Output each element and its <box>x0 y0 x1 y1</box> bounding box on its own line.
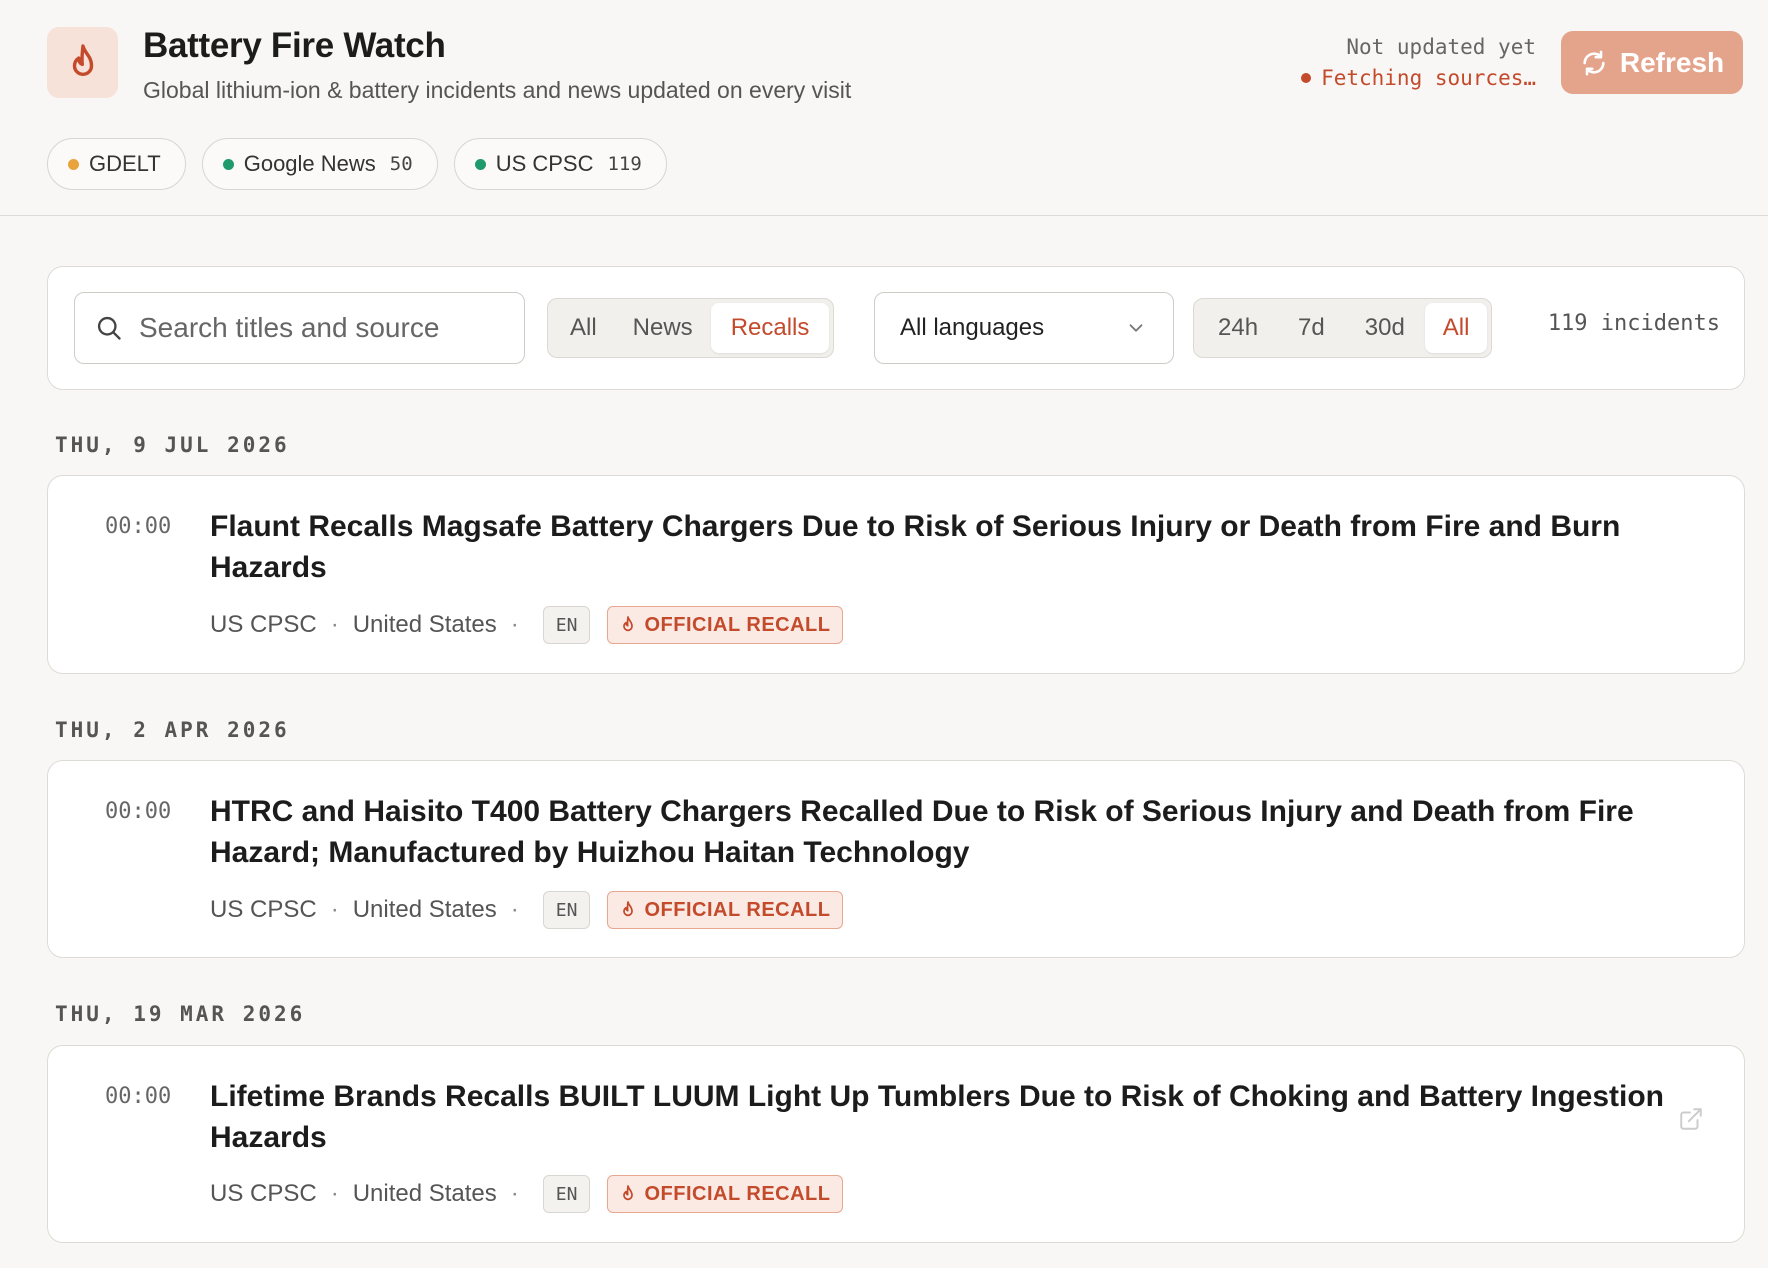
refresh-button[interactable]: Refresh <box>1561 31 1743 94</box>
range-option-all[interactable]: All <box>1424 303 1488 353</box>
recall-badge-label: OFFICIAL RECALL <box>644 898 831 921</box>
incident-meta: US CPSC · United States · EN OFFICIAL RE… <box>210 1175 844 1213</box>
incident-time: 00:00 <box>105 1084 172 1109</box>
incident-card[interactable]: 00:00 HTRC and Haisito T400 Battery Char… <box>47 760 1745 958</box>
incident-source: US CPSC <box>210 1180 317 1207</box>
source-status-dot <box>222 158 234 170</box>
source-name: Google News <box>243 151 376 176</box>
incident-card[interactable]: 00:00 Lifetime Brands Recalls BUILT LUUM… <box>47 1045 1745 1243</box>
meta-separator: · <box>510 896 519 923</box>
external-link-icon[interactable] <box>1678 1106 1704 1132</box>
update-status: Not updated yet Fetching sources… <box>1301 33 1536 95</box>
incident-country: United States <box>352 896 497 923</box>
range-option-7d[interactable]: 7d <box>1278 303 1345 353</box>
incident-title[interactable]: Flaunt Recalls Magsafe Battery Chargers … <box>210 506 1680 588</box>
source-status-dot <box>474 158 486 170</box>
language-select-value: All languages <box>900 314 1045 341</box>
flame-icon <box>623 616 634 632</box>
flame-icon <box>72 43 93 76</box>
source-chip-google-news[interactable]: Google News 50 <box>201 138 438 190</box>
source-count: 50 <box>389 153 413 175</box>
incident-title[interactable]: Lifetime Brands Recalls BUILT LUUM Light… <box>210 1076 1680 1158</box>
incident-time: 00:00 <box>105 514 172 539</box>
app-logo <box>47 27 118 98</box>
status-dot <box>1301 73 1312 83</box>
search-box[interactable] <box>74 292 525 364</box>
day-heading: THU, 19 MAR 2026 <box>55 1002 306 1026</box>
fetching-status: Fetching sources… <box>1301 61 1536 95</box>
search-icon <box>97 316 121 340</box>
incident-title[interactable]: HTRC and Haisito T400 Battery Chargers R… <box>210 791 1680 873</box>
incident-source: US CPSC <box>210 611 317 638</box>
language-badge: EN <box>542 606 591 644</box>
meta-separator: · <box>510 611 519 638</box>
incident-source: US CPSC <box>210 896 317 923</box>
source-name: GDELT <box>89 151 161 176</box>
last-updated-text: Not updated yet <box>1346 35 1536 59</box>
incident-card[interactable]: 00:00 Flaunt Recalls Magsafe Battery Cha… <box>47 475 1745 674</box>
type-option-news[interactable]: News <box>615 303 711 353</box>
filter-bar: All News Recalls All languages 24h 7d 30… <box>47 266 1745 390</box>
language-badge: EN <box>542 891 591 929</box>
app-title: Battery Fire Watch <box>143 26 446 65</box>
range-option-30d[interactable]: 30d <box>1345 303 1425 353</box>
day-heading: THU, 2 APR 2026 <box>55 718 290 742</box>
source-chip-gdelt[interactable]: GDELT <box>47 138 186 190</box>
meta-separator: · <box>510 1180 519 1207</box>
app-header: Battery Fire Watch Global lithium-ion & … <box>0 0 1768 216</box>
source-status-dot <box>68 158 79 170</box>
recall-badge-label: OFFICIAL RECALL <box>644 1182 831 1205</box>
flame-icon <box>623 1185 634 1201</box>
time-range-filter: 24h 7d 30d All <box>1193 298 1493 358</box>
incident-meta: US CPSC · United States · EN OFFICIAL RE… <box>210 891 844 929</box>
incident-country: United States <box>352 1180 497 1207</box>
type-option-recalls[interactable]: Recalls <box>710 303 830 353</box>
refresh-label: Refresh <box>1619 46 1725 78</box>
official-recall-badge: OFFICIAL RECALL <box>607 606 844 644</box>
meta-separator: · <box>330 896 339 923</box>
type-filter: All News Recalls <box>547 298 835 358</box>
language-badge: EN <box>542 1175 591 1213</box>
source-count: 119 <box>607 153 642 175</box>
meta-separator: · <box>330 611 339 638</box>
incident-time: 00:00 <box>105 799 172 824</box>
range-option-24h[interactable]: 24h <box>1198 303 1278 353</box>
app-subtitle: Global lithium-ion & battery incidents a… <box>143 77 852 103</box>
chevron-down-icon <box>1129 324 1143 332</box>
official-recall-badge: OFFICIAL RECALL <box>607 891 844 929</box>
refresh-icon <box>1583 50 1605 75</box>
search-input[interactable] <box>139 312 499 344</box>
type-option-all[interactable]: All <box>552 303 615 353</box>
incident-count: 119 incidents <box>1547 311 1720 336</box>
language-select[interactable]: All languages <box>874 292 1174 364</box>
meta-separator: · <box>330 1180 339 1207</box>
incident-meta: US CPSC · United States · EN OFFICIAL RE… <box>210 606 844 644</box>
source-chip-us-cpsc[interactable]: US CPSC 119 <box>453 138 667 190</box>
day-heading: THU, 9 JUL 2026 <box>55 433 290 457</box>
official-recall-badge: OFFICIAL RECALL <box>607 1175 844 1213</box>
incident-country: United States <box>352 611 497 638</box>
flame-icon <box>623 901 634 917</box>
source-name: US CPSC <box>495 151 594 176</box>
source-chips: GDELT Google News 50 US CPSC 119 <box>47 138 667 190</box>
recall-badge-label: OFFICIAL RECALL <box>644 613 831 636</box>
fetching-text: Fetching sources… <box>1321 66 1536 90</box>
